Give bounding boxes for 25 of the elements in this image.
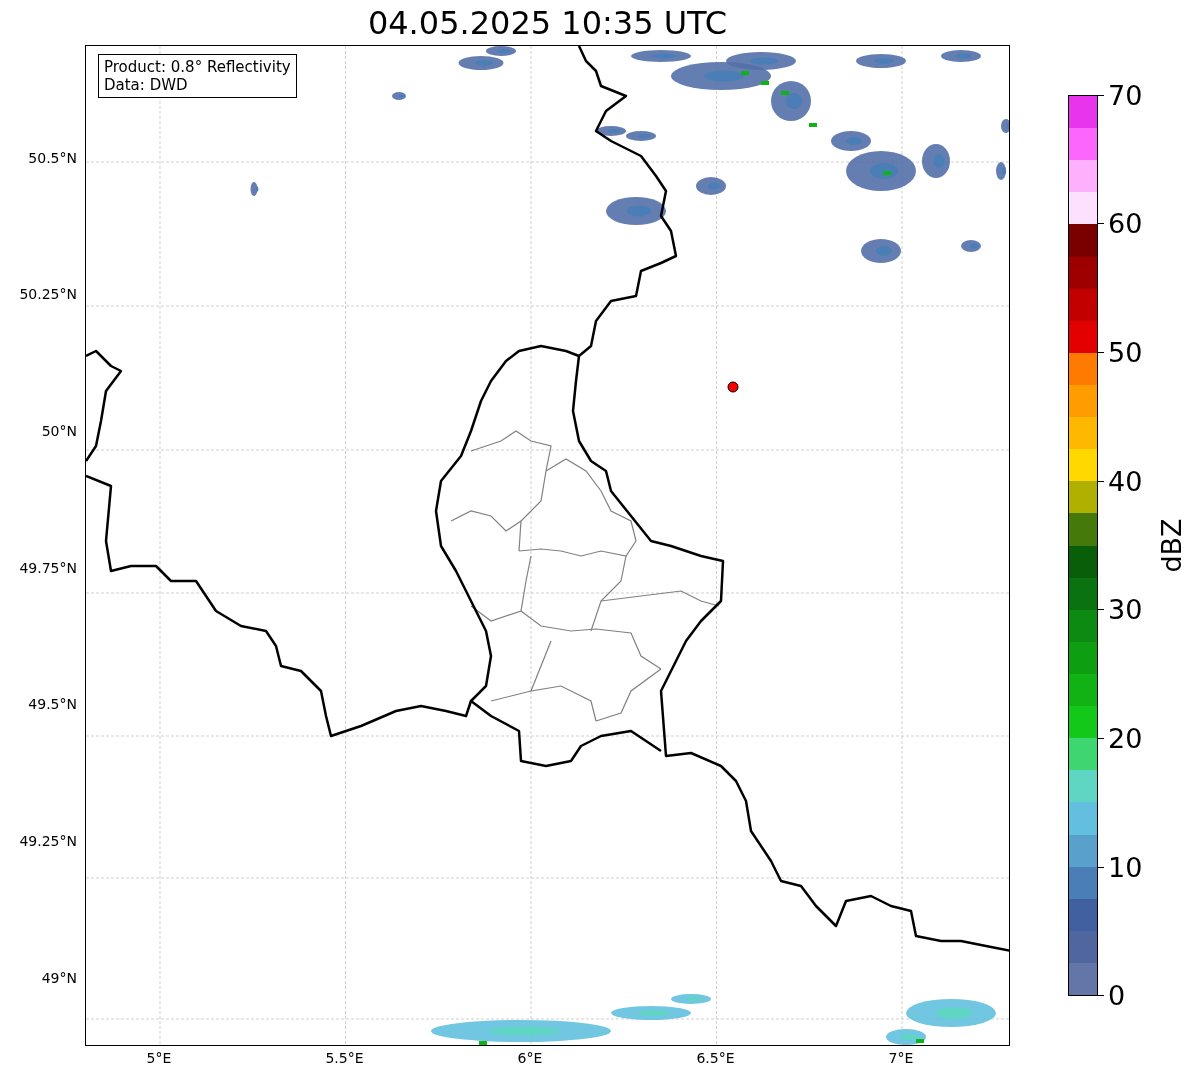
location-marker <box>727 381 739 393</box>
info-text: Product: 0.8° Reflectivity <box>104 58 291 76</box>
latitude-label: 49.75°N <box>19 559 77 576</box>
longitude-label: 6.5°E <box>696 1050 735 1068</box>
latitude-label: 50°N <box>41 423 77 440</box>
latitude-label: 49°N <box>41 969 77 986</box>
longitude-label: 5.5°E <box>325 1050 364 1068</box>
info-text: Data: DWD <box>104 76 189 94</box>
colorbar-tick-label: 0 <box>1108 980 1126 1012</box>
latitude-label: 50.25°N <box>19 286 77 303</box>
colorbar-tick-label: 60 <box>1108 208 1143 240</box>
colorbar-label: dBZ <box>1155 518 1187 573</box>
colorbar-tick-label: 30 <box>1108 594 1143 626</box>
longitude-label: 7°E <box>888 1050 914 1068</box>
longitude-label: 6°E <box>517 1050 543 1068</box>
colorbar-tick-label: 50 <box>1108 336 1143 368</box>
latitude-label: 49.25°N <box>19 833 77 849</box>
latitude-label: 49.5°N <box>28 696 77 713</box>
colorbar-tick-label: 20 <box>1108 723 1143 754</box>
colorbar-tick-label: 40 <box>1108 465 1143 497</box>
map-title: 04.05.2025 10:35 UTC <box>367 3 728 42</box>
latitude-label: 50.5°N <box>28 149 77 166</box>
colorbar-tick-label: 10 <box>1108 851 1143 883</box>
longitude-label: 5°E <box>146 1050 172 1068</box>
colorbar-tick-label: 70 <box>1108 79 1143 111</box>
